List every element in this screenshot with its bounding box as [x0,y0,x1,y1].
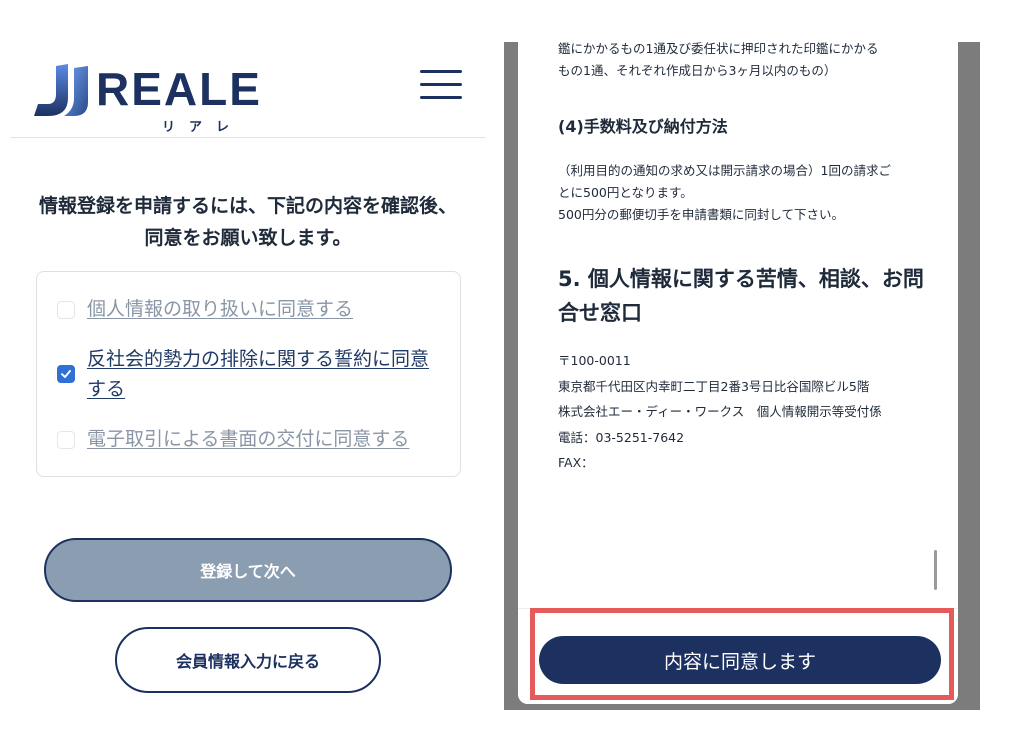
section-5-heading: 5. 個人情報に関する苦情、相談、お問 合せ窓口 [558,262,928,330]
checkmark-icon [61,370,71,378]
logo-wordmark: REALE [96,63,262,115]
agreement-item-electronic[interactable]: 電子取引による書面の交付に同意する [57,424,409,454]
checkbox[interactable] [57,431,75,449]
reale-logo[interactable]: REALE リアレ [34,58,260,135]
logo-subtitle: リアレ [162,120,244,135]
document-text-line: もの1通、それぞれ作成日から3ヶ月以内のもの） [558,63,837,78]
intro-text: 情報登録を申請するには、下記の内容を確認後、 同意をお願い致します。 [20,190,476,254]
menu-icon[interactable] [420,70,462,100]
registration-screen: REALE リアレ 情報登録を申請するには、下記の内容を確認後、 同意をお願い致… [0,0,496,743]
reale-logo-mark-icon [34,64,88,116]
section-4-body: （利用目的の通知の求め又は開示請求の場合）1回の請求ご とに500円となります。… [558,160,928,226]
agreement-electronic-link[interactable]: 電子取引による書面の交付に同意する [87,424,409,454]
document-text-line: （利用目的の通知の求め又は開示請求の場合）1回の請求ご [558,163,891,178]
document-text-line: 500円分の郵便切手を申請書類に同封して下さい。 [558,207,844,222]
document-text-line: 鑑にかかるもの1通及び委任状に押印された印鑑にかかる [558,42,879,56]
intro-line-1: 情報登録を申請するには、下記の内容を確認後、 [38,195,457,217]
document-text-line: とに500円となります。 [558,185,693,200]
checkbox-checked[interactable] [57,365,75,383]
intro-line-2: 同意をお願い致します。 [144,227,352,249]
site-header: REALE リアレ [10,40,486,138]
agreement-checklist: 個人情報の取り扱いに同意する 反社会的勢力の排除に関する誓約に同意する 電子取引… [36,271,461,477]
postal-code: 〒100-0011 [558,353,631,368]
agreement-antisocial-link[interactable]: 反社会的勢力の排除に関する誓約に同意する [87,344,432,404]
scrollbar-thumb[interactable] [934,550,937,590]
agree-button[interactable]: 内容に同意します [539,636,941,684]
register-next-button[interactable]: 登録して次へ [44,538,452,602]
checkbox[interactable] [57,301,75,319]
address: 東京都千代田区内幸町二丁目2番3号日比谷国際ビル5階 [558,378,870,394]
section-4-heading: (4)手数料及び納付方法 [558,117,728,136]
document-paragraph: 鑑にかかるもの1通及び委任状に押印された印鑑にかかる もの1通、それぞれ作成日か… [558,42,928,82]
back-to-member-info-button[interactable]: 会員情報入力に戻る [115,627,381,693]
agreement-item-antisocial[interactable]: 反社会的勢力の排除に関する誓約に同意する [57,344,432,404]
agreement-item-privacy[interactable]: 個人情報の取り扱いに同意する [57,294,353,324]
heading-line: 5. 個人情報に関する苦情、相談、お問 [558,267,924,291]
company-name: 株式会社エー・ディー・ワークス 個人情報開示等受付係 [558,404,882,419]
agreement-privacy-link[interactable]: 個人情報の取り扱いに同意する [87,294,353,324]
phone-number: 電話：03-5251-7642 [558,429,685,445]
privacy-policy-sheet: 鑑にかかるもの1通及び委任状に押印された印鑑にかかる もの1通、それぞれ作成日か… [518,42,958,704]
fax-number: FAX： [558,455,594,470]
contact-info: 〒100-0011 東京都千代田区内幸町二丁目2番3号日比谷国際ビル5階 株式会… [558,348,928,476]
heading-line: 合せ窓口 [558,301,642,325]
